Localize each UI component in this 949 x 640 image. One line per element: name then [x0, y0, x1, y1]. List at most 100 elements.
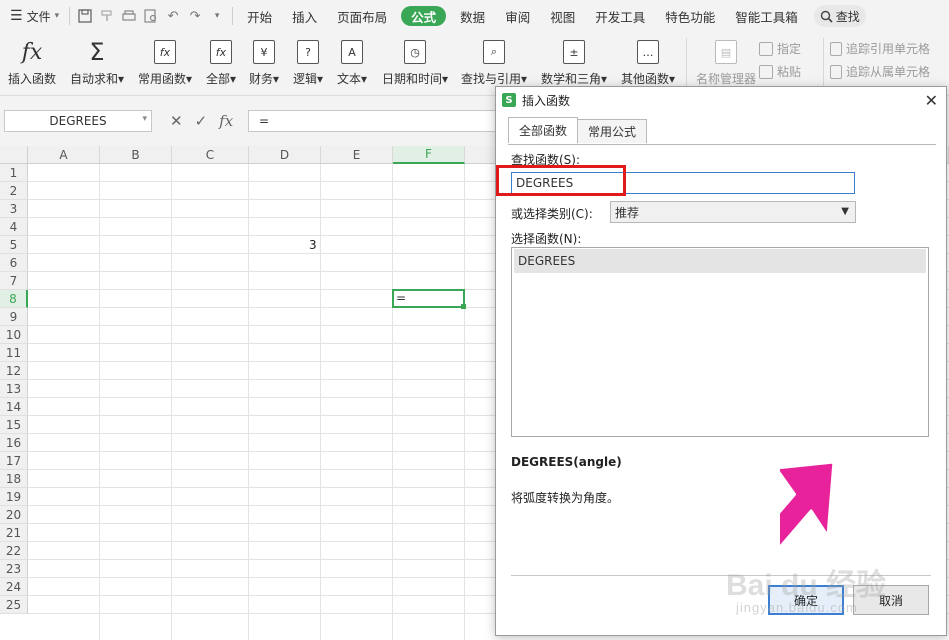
row-header-11[interactable]: 11: [0, 344, 28, 362]
print-preview-icon[interactable]: [140, 5, 162, 27]
column-header-f[interactable]: F: [393, 146, 465, 164]
row-header-20[interactable]: 20: [0, 506, 28, 524]
tab-special-features[interactable]: 特色功能: [655, 0, 725, 32]
row-header-9[interactable]: 9: [0, 308, 28, 326]
undo-icon[interactable]: ↶: [162, 5, 184, 27]
dialog-title-bar[interactable]: S 插入函数: [496, 87, 946, 113]
format-painter-icon[interactable]: [96, 5, 118, 27]
fill-handle[interactable]: [461, 304, 466, 309]
tab-common-formulas[interactable]: 常用公式: [577, 119, 648, 143]
chevron-down-icon: ▼: [841, 206, 849, 217]
category-select[interactable]: 推荐 ▼: [610, 201, 856, 223]
row-header-19[interactable]: 19: [0, 488, 28, 506]
tab-all-functions[interactable]: 全部函数: [508, 117, 579, 143]
row-header-5[interactable]: 5: [0, 236, 28, 254]
search-button[interactable]: 查找: [813, 5, 866, 27]
row-header-17[interactable]: 17: [0, 452, 28, 470]
trace-dependents-button[interactable]: 追踪从属单元格: [830, 63, 930, 80]
tab-page-layout[interactable]: 页面布局: [327, 0, 397, 32]
row-header-13[interactable]: 13: [0, 380, 28, 398]
confirm-icon[interactable]: ✓: [195, 112, 208, 130]
question-icon: ?: [294, 38, 322, 66]
tab-insert[interactable]: 插入: [282, 0, 327, 32]
chevron-down-icon[interactable]: ▾: [142, 114, 147, 124]
cell-d5[interactable]: 3: [309, 238, 317, 252]
specify-label: 指定: [777, 42, 802, 56]
row-header-16[interactable]: 16: [0, 434, 28, 452]
wps-logo-icon: S: [502, 93, 516, 107]
row-header-3[interactable]: 3: [0, 200, 28, 218]
tab-formulas[interactable]: 公式: [401, 6, 447, 26]
row-header-12[interactable]: 12: [0, 362, 28, 380]
row-header-24[interactable]: 24: [0, 578, 28, 596]
name-box[interactable]: DEGREES ▾: [4, 110, 152, 132]
common-functions-button[interactable]: fx 常用函数▾: [130, 32, 200, 94]
insert-function-button[interactable]: fx 插入函数: [0, 32, 64, 94]
divider: [823, 38, 824, 88]
select-all-corner[interactable]: [0, 146, 28, 164]
category-label: 或选择类别(C):: [511, 207, 593, 221]
other-functions-button[interactable]: … 其他函数▾: [616, 32, 680, 94]
column-header-a[interactable]: A: [28, 146, 100, 164]
tab-view[interactable]: 视图: [540, 0, 585, 32]
function-icon[interactable]: fx: [219, 112, 233, 130]
autosum-button[interactable]: Σ 自动求和▾: [64, 32, 130, 94]
text-functions-button[interactable]: A 文本▾: [330, 32, 374, 94]
finance-button[interactable]: ¥ 财务▾: [242, 32, 286, 94]
row-header-6[interactable]: 6: [0, 254, 28, 272]
search-label: 查找: [835, 9, 860, 24]
row-header-15[interactable]: 15: [0, 416, 28, 434]
row-header-10[interactable]: 10: [0, 326, 28, 344]
trace-dependents-label: 追踪从属单元格: [845, 65, 930, 79]
all-functions-button[interactable]: fx 全部▾: [200, 32, 242, 94]
print-icon[interactable]: [118, 5, 140, 27]
name-manager-label: 名称管理器: [695, 72, 756, 86]
sigma-icon: Σ: [89, 38, 105, 66]
column-header-e[interactable]: E: [321, 146, 393, 164]
tab-developer[interactable]: 开发工具: [585, 0, 655, 32]
column-header-c[interactable]: C: [172, 146, 249, 164]
row-header-25[interactable]: 25: [0, 596, 28, 614]
paste-button[interactable]: 粘贴: [759, 63, 817, 80]
trace-precedents-button[interactable]: 追踪引用单元格: [830, 40, 930, 57]
close-icon[interactable]: ✕: [925, 91, 938, 110]
row-header-7[interactable]: 7: [0, 272, 28, 290]
row-header-18[interactable]: 18: [0, 470, 28, 488]
column-header-d[interactable]: D: [249, 146, 321, 164]
datetime-button[interactable]: ◷ 日期和时间▾: [374, 32, 456, 94]
common-function-icon: fx: [151, 38, 179, 66]
math-label: 数学和三角▾: [540, 72, 608, 86]
math-button[interactable]: ± 数学和三角▾: [532, 32, 616, 94]
formula-input[interactable]: =: [248, 110, 508, 132]
row-header-4[interactable]: 4: [0, 218, 28, 236]
file-menu[interactable]: ☰ 文件 ▾: [0, 0, 65, 32]
row-header-8[interactable]: 8: [0, 290, 28, 308]
tab-home[interactable]: 开始: [237, 0, 282, 32]
row-header-14[interactable]: 14: [0, 398, 28, 416]
function-list[interactable]: DEGREES: [511, 247, 929, 437]
column-header-b[interactable]: B: [100, 146, 172, 164]
row-header-22[interactable]: 22: [0, 542, 28, 560]
paste-icon: [759, 64, 773, 79]
name-manager-icon: ▤: [712, 38, 740, 66]
name-manager-button[interactable]: ▤ 名称管理器: [693, 32, 759, 94]
tab-review[interactable]: 审阅: [495, 0, 540, 32]
lookup-button[interactable]: ⌕ 查找与引用▾: [456, 32, 532, 94]
specify-button[interactable]: 指定: [759, 40, 817, 57]
dialog-title: 插入函数: [522, 93, 571, 108]
list-item[interactable]: DEGREES: [514, 249, 926, 273]
row-header-1[interactable]: 1: [0, 164, 28, 182]
other-functions-label: 其他函数▾: [620, 72, 676, 86]
row-header-21[interactable]: 21: [0, 524, 28, 542]
redo-icon[interactable]: ↷: [184, 5, 206, 27]
row-header-2[interactable]: 2: [0, 182, 28, 200]
chevron-down-icon[interactable]: ▾: [206, 5, 228, 27]
save-icon[interactable]: [74, 5, 96, 27]
logic-button[interactable]: ? 逻辑▾: [286, 32, 330, 94]
tab-data[interactable]: 数据: [450, 0, 495, 32]
tab-smart-toolbox[interactable]: 智能工具箱: [725, 0, 808, 32]
row-header-23[interactable]: 23: [0, 560, 28, 578]
cancel-icon[interactable]: ✕: [170, 112, 183, 130]
name-box-value: DEGREES: [49, 114, 107, 128]
active-cell-f8[interactable]: =: [392, 289, 466, 309]
